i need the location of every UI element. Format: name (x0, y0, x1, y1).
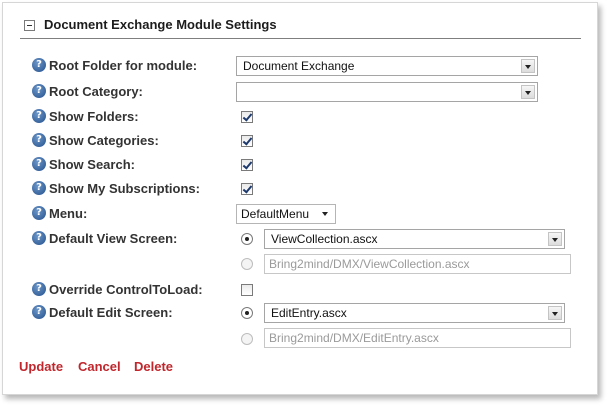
help-icon[interactable]: ? (32, 157, 46, 171)
section-title: Document Exchange Module Settings (44, 17, 277, 32)
update-link[interactable]: Update (19, 359, 63, 374)
menu-label: Menu: (49, 206, 88, 221)
default-edit-select[interactable]: EditEntry.ascx (264, 303, 565, 323)
menu-value: DefaultMenu (241, 207, 310, 221)
show-folders-label: Show Folders: (49, 109, 139, 124)
help-icon[interactable]: ? (32, 133, 46, 147)
show-subscriptions-label: Show My Subscriptions: (49, 181, 200, 196)
collapse-icon[interactable] (24, 20, 35, 31)
default-edit-custom-input[interactable]: Bring2mind/DMX/EditEntry.ascx (264, 328, 571, 348)
delete-link[interactable]: Delete (134, 359, 173, 374)
show-categories-checkbox[interactable] (241, 135, 253, 147)
override-control-checkbox[interactable] (241, 284, 253, 296)
default-edit-custom-radio[interactable] (241, 333, 253, 345)
default-view-select[interactable]: ViewCollection.ascx (264, 229, 565, 249)
default-view-value: ViewCollection.ascx (271, 232, 378, 246)
help-icon[interactable]: ? (32, 282, 46, 296)
show-categories-label: Show Categories: (49, 133, 159, 148)
help-icon[interactable]: ? (32, 109, 46, 123)
chevron-down-icon[interactable] (521, 59, 535, 73)
default-edit-list-radio[interactable] (241, 307, 253, 319)
show-search-checkbox[interactable] (241, 159, 253, 171)
show-search-label: Show Search: (49, 157, 135, 172)
menu-select[interactable]: DefaultMenu (236, 204, 336, 224)
cancel-link[interactable]: Cancel (78, 359, 121, 374)
default-view-custom-input[interactable]: Bring2mind/DMX/ViewCollection.ascx (264, 254, 571, 274)
help-icon[interactable]: ? (32, 58, 46, 72)
chevron-down-icon[interactable] (548, 232, 562, 246)
root-folder-select[interactable]: Document Exchange (236, 56, 538, 76)
chevron-down-icon[interactable] (319, 207, 333, 221)
root-category-label: Root Category: (49, 84, 143, 99)
root-category-select[interactable] (236, 82, 538, 102)
show-folders-checkbox[interactable] (241, 111, 253, 123)
default-edit-value: EditEntry.ascx (271, 306, 347, 320)
show-subscriptions-checkbox[interactable] (241, 183, 253, 195)
default-edit-label: Default Edit Screen: (49, 305, 173, 320)
default-view-custom-radio[interactable] (241, 258, 253, 270)
help-icon[interactable]: ? (32, 206, 46, 220)
chevron-down-icon[interactable] (521, 85, 535, 99)
root-folder-value: Document Exchange (243, 59, 355, 73)
help-icon[interactable]: ? (32, 84, 46, 98)
root-folder-label: Root Folder for module: (49, 58, 198, 73)
chevron-down-icon[interactable] (548, 306, 562, 320)
override-control-label: Override ControlToLoad: (49, 282, 203, 297)
help-icon[interactable]: ? (32, 181, 46, 195)
help-icon[interactable]: ? (32, 305, 46, 319)
help-icon[interactable]: ? (32, 231, 46, 245)
default-view-list-radio[interactable] (241, 233, 253, 245)
section-header: Document Exchange Module Settings (20, 12, 581, 39)
default-view-label: Default View Screen: (49, 231, 178, 246)
